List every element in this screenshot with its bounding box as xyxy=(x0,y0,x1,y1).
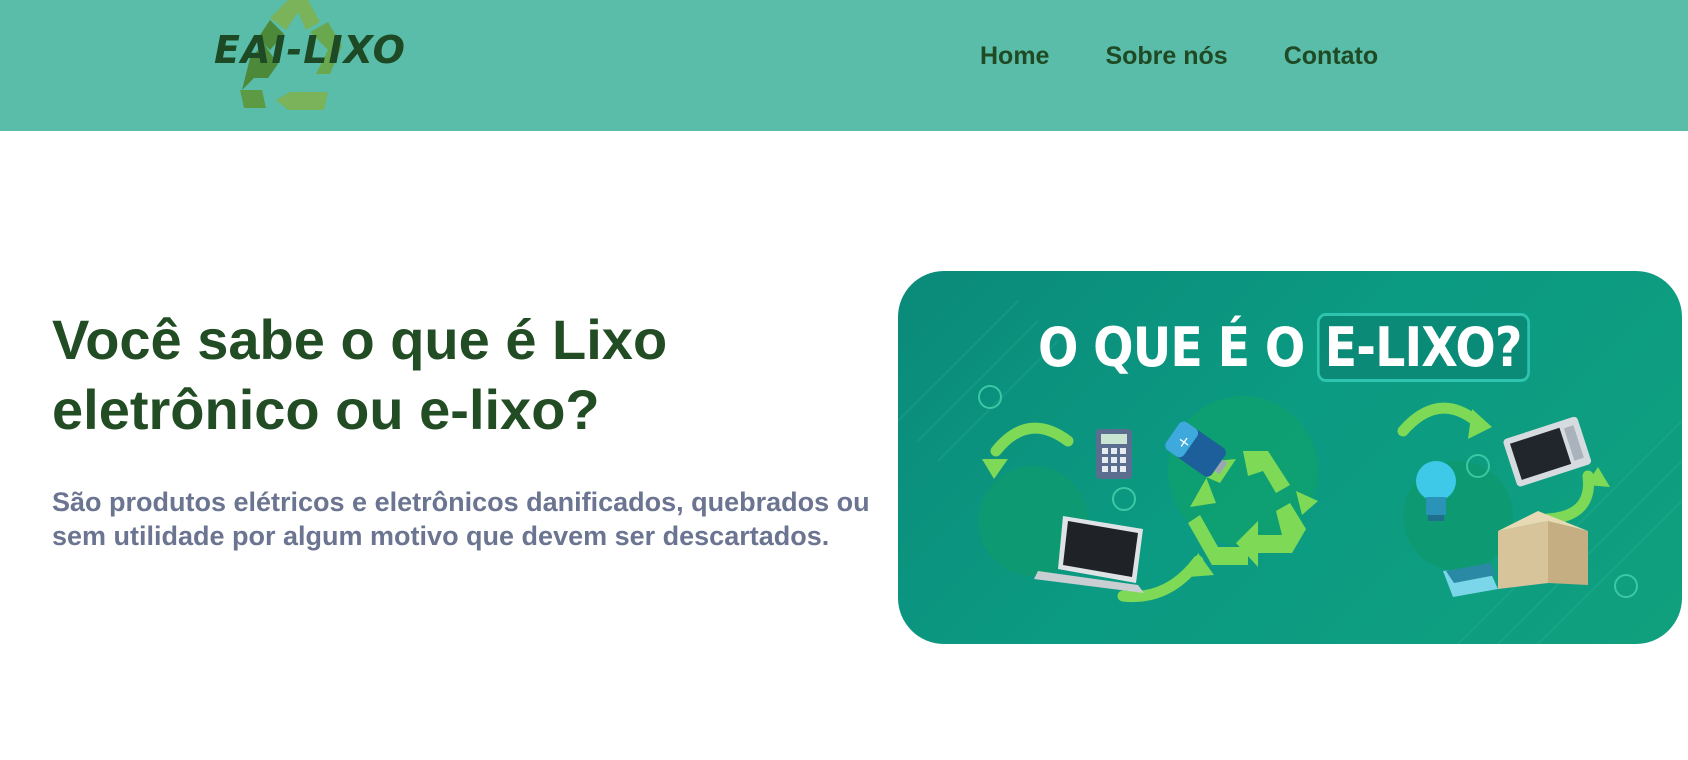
e-lixo-banner: + O QUE É O E-LIXO? xyxy=(898,271,1682,644)
banner-title-part1: O QUE É O xyxy=(1038,316,1305,379)
nav-contato-link[interactable]: Contato xyxy=(1284,42,1378,71)
banner-title: O QUE É O E-LIXO? xyxy=(1038,313,1530,382)
main-nav: Home Sobre nós Contato xyxy=(980,42,1378,71)
microwave-icon xyxy=(1503,416,1592,487)
logo-text: EAI-LIXO xyxy=(214,28,406,72)
circle-decoration-icon xyxy=(978,385,1002,409)
hero-description: São produtos elétricos e eletrônicos dan… xyxy=(52,487,870,551)
logo[interactable]: EAI-LIXO xyxy=(210,0,410,118)
banner-title-part2: E-LIXO? xyxy=(1316,313,1530,382)
nav-home-link[interactable]: Home xyxy=(980,42,1049,71)
site-header: EAI-LIXO Home Sobre nós Contato xyxy=(0,0,1688,131)
calculator-icon xyxy=(1096,429,1132,479)
hero-title: Você sabe o que é Lixo eletrônico ou e-l… xyxy=(52,308,668,441)
nav-sobre-nos-link[interactable]: Sobre nós xyxy=(1105,42,1227,71)
